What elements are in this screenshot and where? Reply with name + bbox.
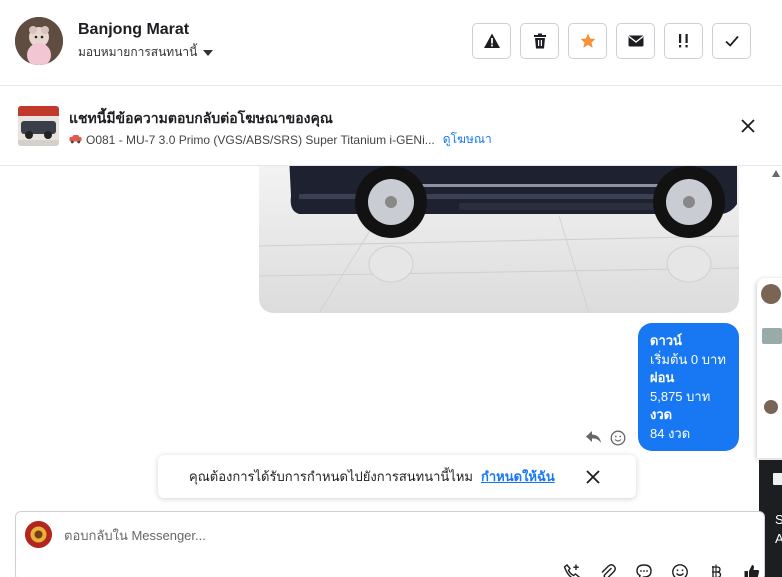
- close-banner-button[interactable]: [738, 116, 758, 136]
- message-bubble[interactable]: ดาวน์ เริ่มต้น 0 บาท ผ่อน 5,875 บาท งวด …: [638, 323, 739, 451]
- side-panel[interactable]: [757, 278, 782, 458]
- close-icon: [741, 119, 755, 133]
- scroll-up-arrow[interactable]: [772, 170, 780, 177]
- composer-toolbar: [561, 561, 763, 577]
- car-icon: [69, 133, 82, 147]
- side-panel-text: A: [775, 531, 782, 546]
- trash-icon: [533, 33, 546, 49]
- message-composer: [15, 511, 765, 577]
- check-icon: [724, 35, 739, 47]
- paperclip-icon[interactable]: [597, 561, 619, 577]
- close-toast-button[interactable]: [585, 469, 601, 485]
- mark-unread-button[interactable]: [616, 23, 655, 59]
- message-line: ดาวน์: [650, 333, 682, 348]
- message-line: ผ่อน: [650, 370, 675, 386]
- header-toolbar: [472, 23, 751, 59]
- contact-name: Banjong Marat: [78, 21, 190, 38]
- star-icon: [580, 33, 595, 48]
- avatar: [764, 400, 778, 414]
- mark-spam-button[interactable]: [472, 23, 511, 59]
- ad-thumbnail: [762, 328, 782, 344]
- ad-name: O081 - MU-7 3.0 Primo (VGS/ABS/SRS) Supe…: [86, 132, 435, 147]
- thumbs-up-icon[interactable]: [741, 561, 763, 577]
- ad-reply-banner: แชทนี้มีข้อความตอบกลับต่อโฆษณาของคุณ O08…: [0, 86, 782, 166]
- assign-dropdown[interactable]: มอบหมายการสนทนานี้: [78, 43, 214, 62]
- message-line: 84 งวด: [650, 425, 691, 441]
- phone-add-icon[interactable]: [561, 561, 583, 577]
- view-ad-link[interactable]: ดูโฆษณา: [443, 130, 492, 149]
- star-button[interactable]: [568, 23, 607, 59]
- contact-avatar[interactable]: [15, 17, 63, 65]
- reply-icon[interactable]: [585, 429, 603, 445]
- warning-icon: [483, 33, 500, 48]
- saved-replies-icon[interactable]: [633, 561, 655, 577]
- envelope-icon: [628, 35, 643, 47]
- reply-input[interactable]: [64, 524, 544, 546]
- ad-thumbnail[interactable]: [18, 106, 59, 146]
- ad-banner-subtitle: O081 - MU-7 3.0 Primo (VGS/ABS/SRS) Supe…: [69, 130, 492, 149]
- message-line: 5,875 บาท: [650, 388, 711, 404]
- assign-prompt-text: คุณต้องการได้รับการกำหนดไปยังการสนทนานี้…: [189, 469, 473, 484]
- mark-done-button[interactable]: [712, 23, 751, 59]
- baht-icon[interactable]: [705, 561, 727, 577]
- emoji-icon[interactable]: [669, 561, 691, 577]
- assign-to-me-link[interactable]: กำหนดให้ฉัน: [481, 466, 555, 487]
- conversation-header: Banjong Marat มอบหมายการสนทนานี้: [0, 0, 782, 86]
- page-avatar: [25, 521, 52, 548]
- car-photo-attachment[interactable]: [259, 166, 739, 313]
- avatar: [761, 284, 781, 304]
- message-line: เริ่มต้น 0 บาท: [650, 351, 726, 367]
- follow-up-button[interactable]: [664, 23, 703, 59]
- react-emoji-icon[interactable]: [610, 430, 626, 446]
- assign-prompt-toast: คุณต้องการได้รับการกำหนดไปยังการสนทนานี้…: [158, 455, 636, 498]
- delete-button[interactable]: [520, 23, 559, 59]
- calendar-icon: [773, 473, 782, 485]
- follow-up-icon: [678, 34, 688, 48]
- chevron-down-icon: [203, 50, 214, 56]
- assign-label: มอบหมายการสนทนานี้: [78, 45, 198, 59]
- close-icon: [586, 470, 600, 484]
- side-panel-text: S: [775, 512, 782, 527]
- message-line: งวด: [650, 407, 673, 423]
- ad-banner-title: แชทนี้มีข้อความตอบกลับต่อโฆษณาของคุณ: [69, 110, 333, 126]
